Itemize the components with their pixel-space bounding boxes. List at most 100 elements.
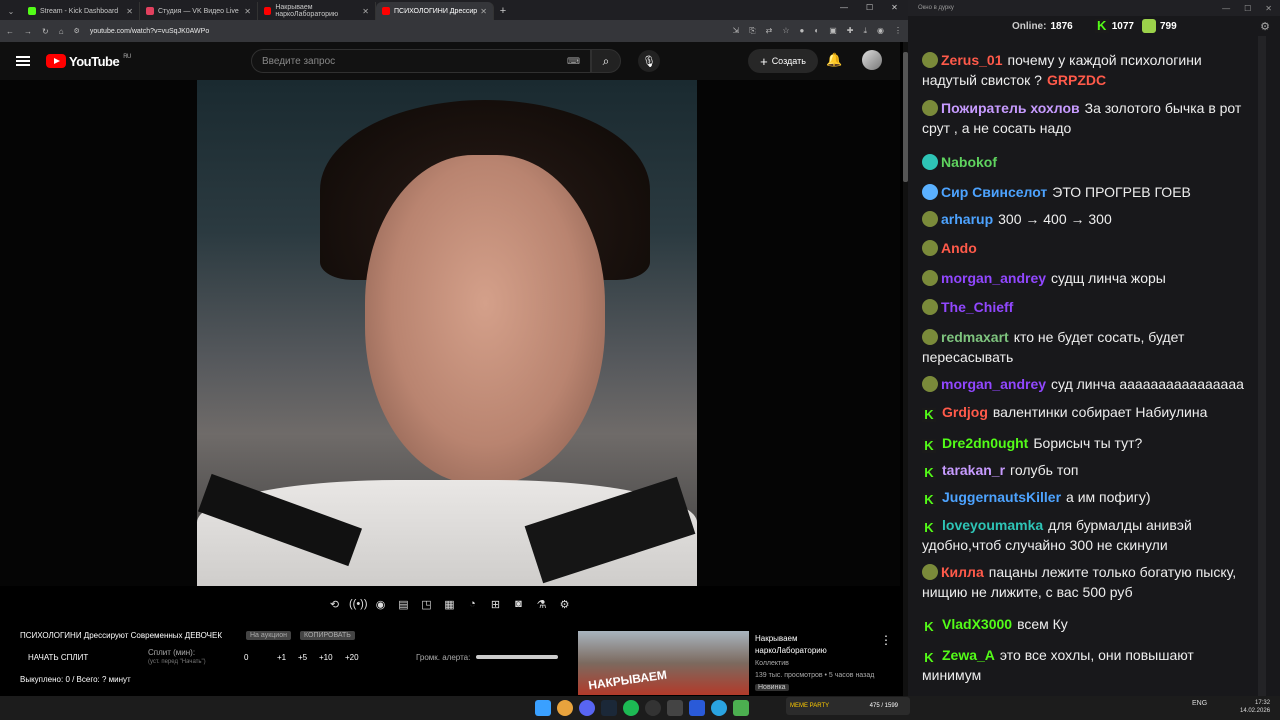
translate-icon[interactable]: ⇄ — [766, 26, 773, 36]
related-title-line2[interactable]: наркоЛабораторию — [755, 646, 827, 655]
chat-username[interactable]: Grdjog — [942, 404, 988, 420]
chrome-icon[interactable] — [557, 700, 573, 716]
puzzle-icon[interactable]: ✚ — [847, 26, 854, 36]
create-button[interactable]: + Создать — [748, 49, 818, 73]
close-icon[interactable]: ✕ — [244, 7, 251, 16]
notifications-bell-icon[interactable]: 🔔 — [826, 52, 842, 68]
telegram-icon[interactable] — [711, 700, 727, 716]
back-icon[interactable]: ← — [6, 27, 14, 36]
subtitles-icon[interactable]: ▦ — [441, 598, 458, 611]
app-icon[interactable] — [667, 700, 683, 716]
split-plus-1-button[interactable]: +1 — [277, 653, 286, 662]
chat-username[interactable]: Zewa_A — [942, 647, 995, 663]
speed-icon[interactable]: ◔ — [464, 598, 481, 610]
star-icon[interactable]: ☆ — [782, 26, 789, 36]
auction-button[interactable]: На аукцион — [246, 631, 291, 640]
lab-icon[interactable]: ⚗ — [533, 598, 550, 611]
chat-username[interactable]: morgan_andrey — [941, 270, 1046, 286]
chat-username[interactable]: redmaxart — [941, 329, 1009, 345]
video-player[interactable] — [0, 80, 900, 586]
search-button[interactable]: ⌕ — [591, 49, 621, 73]
maximize-icon[interactable]: ☐ — [866, 3, 873, 12]
maximize-icon[interactable]: ☐ — [1244, 4, 1251, 13]
search-input[interactable]: Введите запрос ⌨ — [251, 49, 591, 73]
screenshot-icon[interactable]: ◙ — [510, 598, 527, 610]
extension-icon[interactable]: ◐ — [814, 26, 819, 36]
clapper-icon[interactable]: ▤ — [395, 598, 412, 611]
minimize-icon[interactable]: — — [1222, 4, 1230, 13]
chat-username[interactable]: arharup — [941, 211, 993, 227]
chat-username[interactable]: The_Chieff — [941, 299, 1013, 315]
split-value[interactable]: 0 — [244, 653, 248, 662]
close-icon[interactable]: ✕ — [362, 7, 369, 16]
chat-message-list[interactable]: Zerus_01 почему у каждой психологини наду… — [914, 36, 1256, 696]
downloads-icon[interactable]: ⤓ — [863, 26, 867, 36]
alert-volume-slider[interactable] — [476, 655, 558, 659]
related-title-line1[interactable]: Накрываем — [755, 634, 797, 643]
chat-username[interactable]: Пожиратель хохлов — [941, 100, 1080, 116]
media-player-icon[interactable] — [689, 700, 705, 716]
install-icon[interactable]: ⇲ — [733, 26, 740, 36]
home-icon[interactable]: ⌂ — [59, 27, 64, 36]
spotify-icon[interactable] — [623, 700, 639, 716]
hamburger-menu-icon[interactable] — [16, 56, 30, 66]
reload-icon[interactable]: ↻ — [42, 27, 49, 36]
tab-youtube-active[interactable]: ПСИХОЛОГИНИ Дрессир ✕ — [376, 2, 494, 20]
windows-start-icon[interactable] — [535, 700, 551, 716]
voice-search-button[interactable]: 🎙 — [638, 50, 660, 72]
pip-icon[interactable]: ◳ — [418, 598, 435, 611]
split-plus-20-button[interactable]: +20 — [345, 653, 359, 662]
chat-username[interactable]: Nabokof — [941, 154, 997, 170]
chat-username[interactable]: loveyoumamka — [942, 517, 1043, 533]
broadcast-icon[interactable]: ((•)) — [349, 598, 368, 610]
chat-username[interactable]: Ando — [941, 240, 977, 256]
eye-icon[interactable]: ◉ — [372, 598, 389, 611]
settings-gear-icon[interactable]: ⚙ — [1260, 20, 1270, 33]
chat-username[interactable]: Dre2dn0ught — [942, 435, 1028, 451]
profile-icon[interactable]: ◉ — [877, 26, 884, 36]
extension-icon[interactable]: ● — [800, 26, 805, 36]
start-split-button[interactable]: НАЧАТЬ СПЛИТ — [28, 653, 88, 662]
new-tab-icon[interactable]: + — [494, 2, 512, 20]
url-field[interactable]: youtube.com/watch?v=vuSqJK0AWPo — [90, 28, 209, 35]
close-icon[interactable]: ✕ — [126, 7, 133, 16]
related-video-thumbnail[interactable]: НАКРЫВАЕМ — [578, 631, 749, 695]
chat-username[interactable]: VladX3000 — [942, 616, 1012, 632]
keyboard-icon[interactable]: ⌨ — [567, 56, 580, 67]
forward-icon[interactable]: → — [24, 27, 32, 36]
close-icon[interactable]: ✕ — [480, 7, 487, 16]
tab-youtube-1[interactable]: Накрываем наркоЛабораторию ✕ — [258, 2, 376, 20]
split-plus-5-button[interactable]: +5 — [298, 653, 307, 662]
tab-vk[interactable]: Студия — VK Видео Live ✕ — [140, 2, 258, 20]
youtube-logo[interactable]: YouTube RU — [46, 54, 131, 69]
app-icon[interactable] — [733, 700, 749, 716]
chat-username[interactable]: morgan_andrey — [941, 376, 1046, 392]
steam-icon[interactable] — [601, 700, 617, 716]
chat-scrollbar[interactable] — [1258, 36, 1266, 696]
chat-username[interactable]: tarakan_r — [942, 462, 1005, 478]
avatar[interactable] — [862, 50, 882, 70]
obs-icon[interactable] — [645, 700, 661, 716]
loop-icon[interactable]: ⟲ — [326, 598, 343, 611]
tab-menu-icon[interactable]: ⌄ — [0, 2, 22, 20]
tab-kick[interactable]: Stream - Kick Dashboard ✕ — [22, 2, 140, 20]
split-plus-10-button[interactable]: +10 — [319, 653, 333, 662]
close-window-icon[interactable]: ✕ — [1265, 4, 1272, 13]
close-window-icon[interactable]: ✕ — [891, 3, 898, 12]
menu-icon[interactable]: ⋮ — [894, 26, 902, 36]
chat-username[interactable]: Килла — [941, 564, 984, 580]
clock[interactable]: 17:32 14.02.2026 — [1240, 699, 1270, 715]
chat-username[interactable]: JuggernautsKiller — [942, 489, 1061, 505]
copy-button[interactable]: КОПИРОВАТЬ — [300, 631, 355, 640]
chat-username[interactable]: Сир Свинселот — [941, 184, 1047, 200]
language-indicator[interactable]: ENG — [1192, 700, 1207, 707]
meme-party-widget[interactable]: MEME PARTY 475 / 1599 — [786, 697, 910, 715]
discord-icon[interactable] — [579, 700, 595, 716]
minimize-icon[interactable]: — — [840, 3, 848, 12]
more-options-icon[interactable]: ⋮ — [880, 633, 892, 647]
related-channel[interactable]: Коллектив — [755, 660, 789, 667]
add-clip-icon[interactable]: ⊞ — [487, 598, 504, 611]
site-info-icon[interactable]: ⚙ — [74, 27, 80, 35]
chat-username[interactable]: Zerus_01 — [941, 52, 1002, 68]
gear-icon[interactable]: ⚙ — [556, 598, 573, 611]
